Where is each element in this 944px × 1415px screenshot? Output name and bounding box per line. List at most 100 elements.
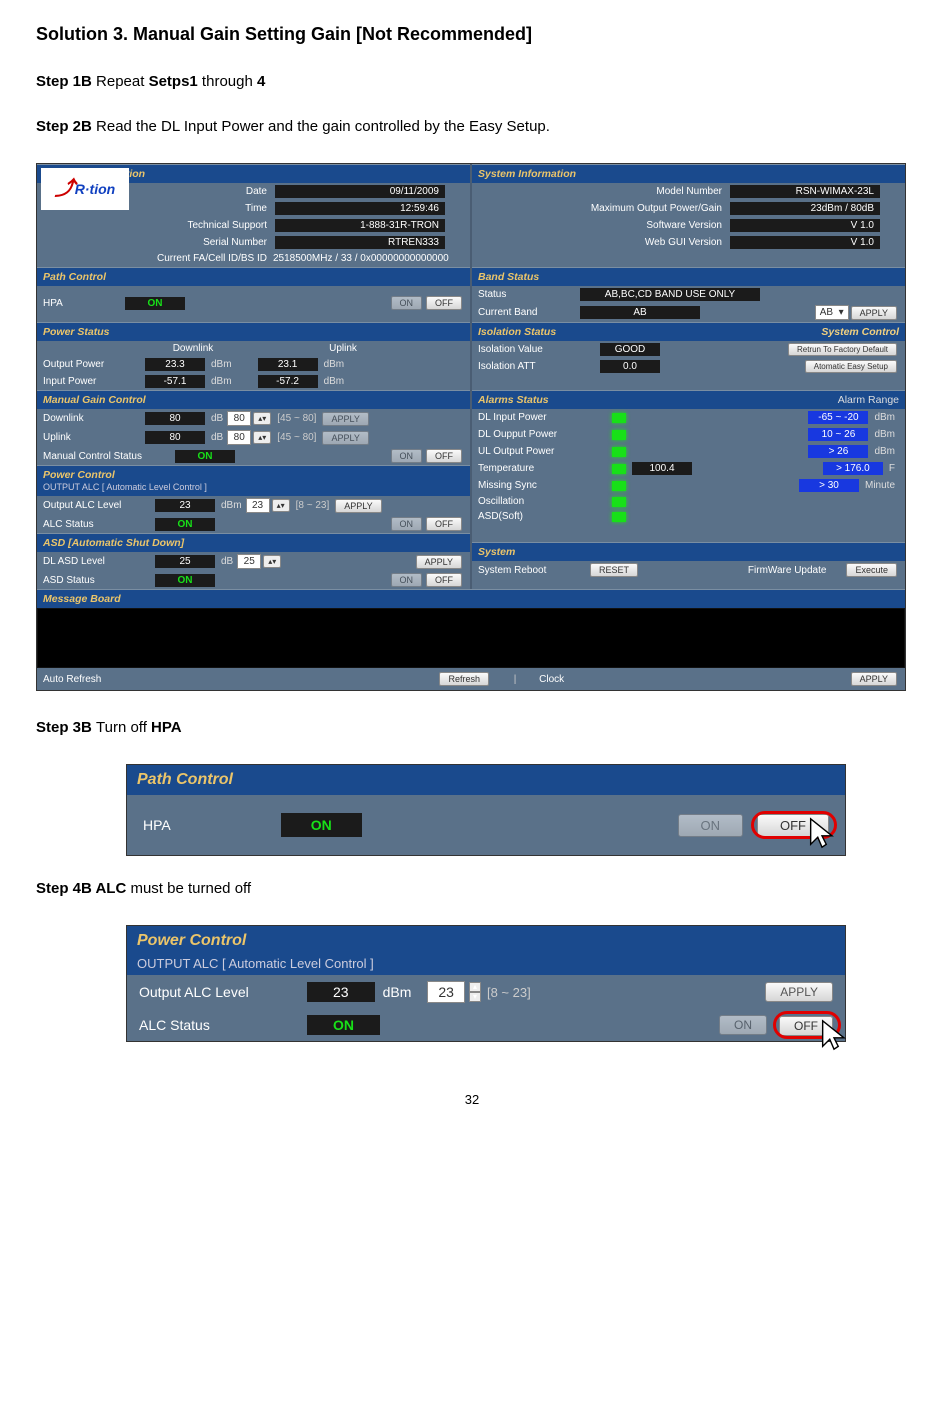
step-3b: Step 3B Turn off HPA <box>36 719 908 736</box>
band-apply-button[interactable]: APPLY <box>851 306 897 320</box>
output-power-ul-value: 23.1 <box>258 358 318 371</box>
output-alc-apply-button[interactable]: APPLY <box>335 499 381 513</box>
solution-title: Solution 3. Manual Gain Setting Gain [No… <box>36 24 908 45</box>
asd-soft-alarm-label: ASD(Soft) <box>478 511 608 522</box>
path-control-header: Path Control <box>37 267 470 286</box>
output-alc-level-input[interactable]: 23 <box>246 498 270 513</box>
dl-asd-level-input[interactable]: 25 <box>237 554 261 569</box>
mgc-downlink-input[interactable]: 80 <box>227 411 251 426</box>
alc-on-button[interactable]: ON <box>719 1015 767 1035</box>
status-led-icon <box>612 447 626 457</box>
alc-off-button[interactable]: OFF <box>426 517 462 531</box>
oscillation-alarm-label: Oscillation <box>478 496 608 507</box>
unit-dbm: dBm <box>383 984 412 1000</box>
spinner-icon[interactable]: ▴▾ <box>272 499 290 512</box>
dl-input-power-alarm-range: -65 ~ -20 <box>808 411 868 424</box>
system-header: System <box>472 542 905 561</box>
dl-asd-level-label: DL ASD Level <box>43 556 153 567</box>
mgc-downlink-label: Downlink <box>43 413 143 424</box>
asd-status-value: ON <box>155 574 215 587</box>
temperature-alarm-range: > 176.0 <box>823 462 883 475</box>
spinner-icon[interactable]: ▴▾ <box>253 431 271 444</box>
status-led-icon <box>612 413 626 423</box>
system-control-header: System Control <box>821 326 899 338</box>
mgc-uplink-apply-button[interactable]: APPLY <box>322 431 368 445</box>
unit-minute: Minute <box>865 480 895 491</box>
dl-output-power-alarm-label: DL Oupput Power <box>478 429 608 440</box>
mgc-uplink-input[interactable]: 80 <box>227 430 251 445</box>
auto-easy-setup-button[interactable]: Atomatic Easy Setup <box>805 360 897 373</box>
downlink-col-header: Downlink <box>143 343 243 354</box>
firmware-update-label: FirmWare Update <box>748 565 827 576</box>
uplink-col-header: Uplink <box>293 343 393 354</box>
band-status-header: Band Status <box>472 267 905 286</box>
unit-f: F <box>889 463 895 474</box>
hpa-status-value: ON <box>125 297 185 310</box>
step-4b-panel: Power Control OUTPUT ALC [ Automatic Lev… <box>126 925 846 1042</box>
missing-sync-alarm-label: Missing Sync <box>478 480 608 491</box>
alc-on-button[interactable]: ON <box>391 517 423 531</box>
step-3b-hpa: HPA <box>151 719 182 736</box>
step-1b: Step 1B Repeat Setps1 through 4 <box>36 73 908 90</box>
factory-default-button[interactable]: Retrun To Factory Default <box>788 343 897 356</box>
spin-up-icon[interactable]: ▴ <box>469 982 481 992</box>
rtion-logo: ⤴R·tion <box>41 168 129 210</box>
step-2b: Step 2B Read the DL Input Power and the … <box>36 118 908 135</box>
unit-dbm: dBm <box>324 359 345 370</box>
message-board-header: Message Board <box>37 589 905 608</box>
step-4b-alc: ALC <box>95 880 126 897</box>
spinner-icon[interactable]: ▴▾ <box>263 555 281 568</box>
output-alc-apply-button[interactable]: APPLY <box>765 982 833 1002</box>
status-led-icon <box>612 497 626 507</box>
output-alc-level-value: 23 <box>307 982 375 1002</box>
band-status-label: Status <box>478 289 578 300</box>
mgc-off-button[interactable]: OFF <box>426 449 462 463</box>
band-select[interactable]: AB ▾ <box>815 305 849 320</box>
unit-dbm: dBm <box>211 376 232 387</box>
footer-apply-button[interactable]: APPLY <box>851 672 897 686</box>
isolation-att-value: 0.0 <box>600 360 660 373</box>
status-led-icon <box>612 512 626 522</box>
mgc-on-button[interactable]: ON <box>391 449 423 463</box>
spinner-icon[interactable]: ▴▾ <box>253 412 271 425</box>
step-1b-four: 4 <box>257 73 265 90</box>
system-reset-button[interactable]: RESET <box>590 563 638 577</box>
unit-dbm: dBm <box>211 359 232 370</box>
unit-dbm: dBm <box>324 376 345 387</box>
hpa-label: HPA <box>143 817 171 833</box>
hpa-on-button[interactable]: ON <box>391 296 423 310</box>
asd-on-button[interactable]: ON <box>391 573 423 587</box>
output-power-dl-value: 23.3 <box>145 358 205 371</box>
step-2b-text: Read the DL Input Power and the gain con… <box>96 118 550 135</box>
status-led-icon <box>612 464 626 474</box>
dl-input-power-alarm-label: DL Input Power <box>478 412 608 423</box>
mgc-uplink-range: [45 ~ 80] <box>277 432 316 443</box>
unit-db: dB <box>211 432 223 443</box>
max-output-power-gain-label: Maximum Output Power/Gain <box>478 203 728 214</box>
message-board-area <box>37 608 905 668</box>
mgc-downlink-value: 80 <box>145 412 205 425</box>
power-control-sub: OUTPUT ALC [ Automatic Level Control ] <box>127 956 845 975</box>
mgc-status-value: ON <box>175 450 235 463</box>
mgc-uplink-label: Uplink <box>43 432 143 443</box>
dl-asd-apply-button[interactable]: APPLY <box>416 555 462 569</box>
alc-status-label: ALC Status <box>139 1017 299 1033</box>
dl-output-power-alarm-range: 10 ~ 26 <box>808 428 868 441</box>
output-alc-level-range: [8 ~ 23] <box>487 985 531 1000</box>
path-control-header: Path Control <box>127 765 845 795</box>
spin-down-icon[interactable]: ▾ <box>469 992 481 1002</box>
refresh-button[interactable]: Refresh <box>439 672 489 686</box>
alc-status-value: ON <box>307 1015 380 1035</box>
alc-status-value: ON <box>155 518 215 531</box>
mgc-downlink-apply-button[interactable]: APPLY <box>322 412 368 426</box>
unit-db: dB <box>221 556 233 567</box>
web-gui-version-value: V 1.0 <box>730 236 880 249</box>
asd-off-button[interactable]: OFF <box>426 573 462 587</box>
isolation-att-label: Isolation ATT <box>478 361 598 372</box>
firmware-execute-button[interactable]: Execute <box>846 563 897 577</box>
hpa-on-button[interactable]: ON <box>678 814 744 837</box>
main-gui-screenshot: ⤴R·tion Network Information Date09/11/20… <box>36 163 906 691</box>
power-control-header: Power Control OUTPUT ALC [ Automatic Lev… <box>37 465 470 496</box>
hpa-off-button[interactable]: OFF <box>426 296 462 310</box>
output-alc-level-input[interactable]: 23 <box>427 981 465 1003</box>
